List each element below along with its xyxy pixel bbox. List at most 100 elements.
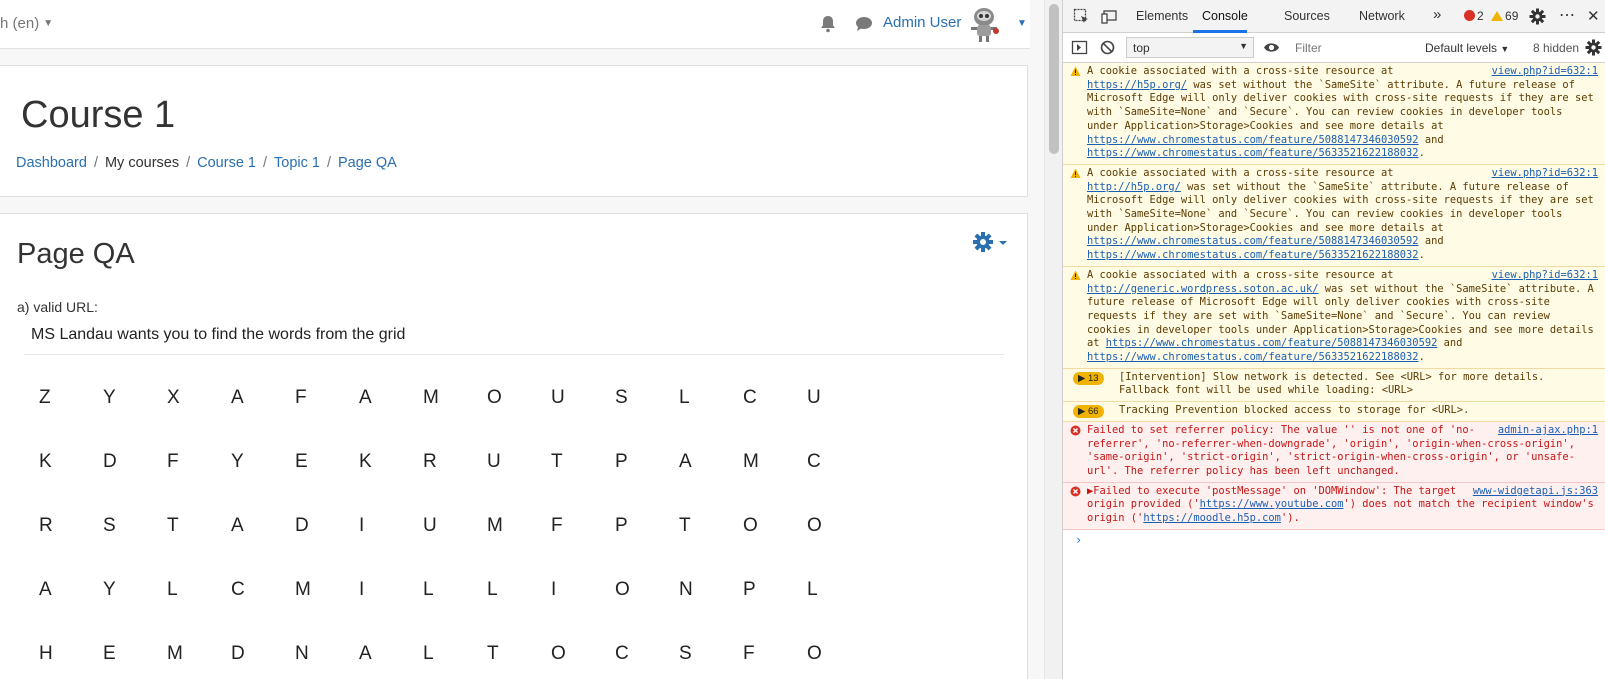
grid-cell[interactable]: Y <box>221 451 285 473</box>
message-link[interactable]: https://www.chromestatus.com/feature/508… <box>1087 134 1419 146</box>
scrollbar-thumb[interactable] <box>1049 4 1059 154</box>
grid-cell[interactable]: F <box>733 643 797 665</box>
grid-cell[interactable]: P <box>605 451 669 473</box>
grid-cell[interactable]: A <box>29 579 93 601</box>
grid-cell[interactable]: D <box>285 515 349 537</box>
grid-cell[interactable]: U <box>413 515 477 537</box>
grid-cell[interactable]: O <box>797 515 861 537</box>
message-link[interactable]: https://h5p.org/ <box>1087 79 1187 91</box>
console-grouped-message[interactable]: ▶ 66 Tracking Prevention blocked access … <box>1063 402 1605 422</box>
breadcrumb-course[interactable]: Course 1 <box>197 155 256 171</box>
grid-cell[interactable]: K <box>29 451 93 473</box>
grid-cell[interactable]: C <box>221 579 285 601</box>
caret-down-icon[interactable]: ▼ <box>1017 18 1027 29</box>
message-link[interactable]: https://www.chromestatus.com/feature/508… <box>1106 337 1438 349</box>
breadcrumb-topic[interactable]: Topic 1 <box>274 155 320 171</box>
close-icon[interactable]: ✕ <box>1587 7 1600 25</box>
message-link[interactable]: https://moodle.h5p.com <box>1143 512 1281 524</box>
grid-cell[interactable]: O <box>477 387 541 409</box>
grid-cell[interactable]: O <box>733 515 797 537</box>
message-link[interactable]: https://www.youtube.com <box>1200 498 1344 510</box>
grid-cell[interactable]: C <box>797 451 861 473</box>
message-link[interactable]: http://h5p.org/ <box>1087 181 1181 193</box>
grid-cell[interactable]: U <box>541 387 605 409</box>
inspect-element-icon[interactable] <box>1073 8 1090 25</box>
grid-cell[interactable]: E <box>93 643 157 665</box>
grid-cell[interactable]: O <box>797 643 861 665</box>
grid-cell[interactable]: Z <box>29 387 93 409</box>
log-levels-dropdown[interactable]: Default levels ▼ <box>1425 41 1509 55</box>
message-link[interactable]: http://generic.wordpress.soton.ac.uk/ <box>1087 283 1318 295</box>
breadcrumb-page[interactable]: Page QA <box>338 155 397 171</box>
breadcrumb-dashboard[interactable]: Dashboard <box>16 155 87 171</box>
eye-icon[interactable] <box>1263 39 1280 56</box>
message-link[interactable]: https://www.chromestatus.com/feature/563… <box>1087 249 1419 261</box>
console-settings-icon[interactable] <box>1585 39 1602 56</box>
grid-cell[interactable]: S <box>605 387 669 409</box>
console-prompt[interactable]: › <box>1063 530 1605 548</box>
grid-cell[interactable]: A <box>349 387 413 409</box>
grid-cell[interactable]: N <box>669 579 733 601</box>
grid-cell[interactable]: I <box>349 579 413 601</box>
grid-cell[interactable]: L <box>669 387 733 409</box>
grid-cell[interactable]: A <box>349 643 413 665</box>
grid-cell[interactable]: L <box>157 579 221 601</box>
console-grouped-message[interactable]: ▶ 13 [Intervention] Slow network is dete… <box>1063 368 1605 403</box>
grid-cell[interactable]: L <box>477 579 541 601</box>
grid-cell[interactable]: A <box>669 451 733 473</box>
issues-counter[interactable]: 2 69 <box>1464 9 1518 23</box>
grid-cell[interactable]: M <box>733 451 797 473</box>
page-scrollbar[interactable] <box>1044 0 1062 679</box>
grid-cell[interactable]: F <box>541 515 605 537</box>
grid-cell[interactable]: I <box>541 579 605 601</box>
grid-cell[interactable]: T <box>157 515 221 537</box>
grid-cell[interactable]: P <box>733 579 797 601</box>
message-source-link[interactable]: view.php?id=632:1 <box>1492 269 1598 283</box>
more-tabs-icon[interactable]: » <box>1433 6 1441 23</box>
grid-cell[interactable]: I <box>349 515 413 537</box>
grid-cell[interactable]: M <box>157 643 221 665</box>
grid-cell[interactable]: T <box>669 515 733 537</box>
tab-network[interactable]: Network <box>1359 9 1405 23</box>
avatar[interactable] <box>966 5 1002 43</box>
grid-cell[interactable]: Y <box>93 579 157 601</box>
more-options-icon[interactable]: ⋯ <box>1559 5 1575 25</box>
tab-sources[interactable]: Sources <box>1284 9 1330 23</box>
grid-cell[interactable]: X <box>157 387 221 409</box>
grid-cell[interactable]: M <box>285 579 349 601</box>
message-link[interactable]: https://www.chromestatus.com/feature/508… <box>1087 235 1419 247</box>
message-source-link[interactable]: view.php?id=632:1 <box>1492 65 1598 79</box>
tab-elements[interactable]: Elements <box>1136 9 1188 23</box>
grid-cell[interactable]: T <box>477 643 541 665</box>
grid-cell[interactable]: L <box>413 643 477 665</box>
gear-icon[interactable] <box>972 231 1012 253</box>
grid-cell[interactable]: N <box>285 643 349 665</box>
grid-cell[interactable]: Y <box>93 387 157 409</box>
device-toolbar-icon[interactable] <box>1101 8 1118 25</box>
bell-icon[interactable] <box>820 15 836 33</box>
message-link[interactable]: https://www.chromestatus.com/feature/563… <box>1087 351 1419 363</box>
chat-icon[interactable] <box>855 16 873 32</box>
message-source-link[interactable]: view.php?id=632:1 <box>1492 167 1598 181</box>
grid-cell[interactable]: E <box>285 451 349 473</box>
grid-cell[interactable]: T <box>541 451 605 473</box>
grid-cell[interactable]: L <box>797 579 861 601</box>
grid-cell[interactable]: F <box>157 451 221 473</box>
console-filter-input[interactable] <box>1291 37 1409 58</box>
grid-cell[interactable]: C <box>733 387 797 409</box>
grid-cell[interactable]: U <box>477 451 541 473</box>
grid-cell[interactable]: D <box>221 643 285 665</box>
grid-cell[interactable]: A <box>221 387 285 409</box>
grid-cell[interactable]: K <box>349 451 413 473</box>
grid-cell[interactable]: S <box>93 515 157 537</box>
grid-cell[interactable]: O <box>605 579 669 601</box>
grid-cell[interactable]: U <box>797 387 861 409</box>
user-name[interactable]: Admin User <box>883 14 961 31</box>
clear-console-icon[interactable] <box>1099 39 1116 56</box>
grid-cell[interactable]: S <box>669 643 733 665</box>
tab-console[interactable]: Console <box>1202 9 1248 23</box>
grid-cell[interactable]: L <box>413 579 477 601</box>
grid-cell[interactable]: O <box>541 643 605 665</box>
grid-cell[interactable]: A <box>221 515 285 537</box>
grid-cell[interactable]: D <box>93 451 157 473</box>
